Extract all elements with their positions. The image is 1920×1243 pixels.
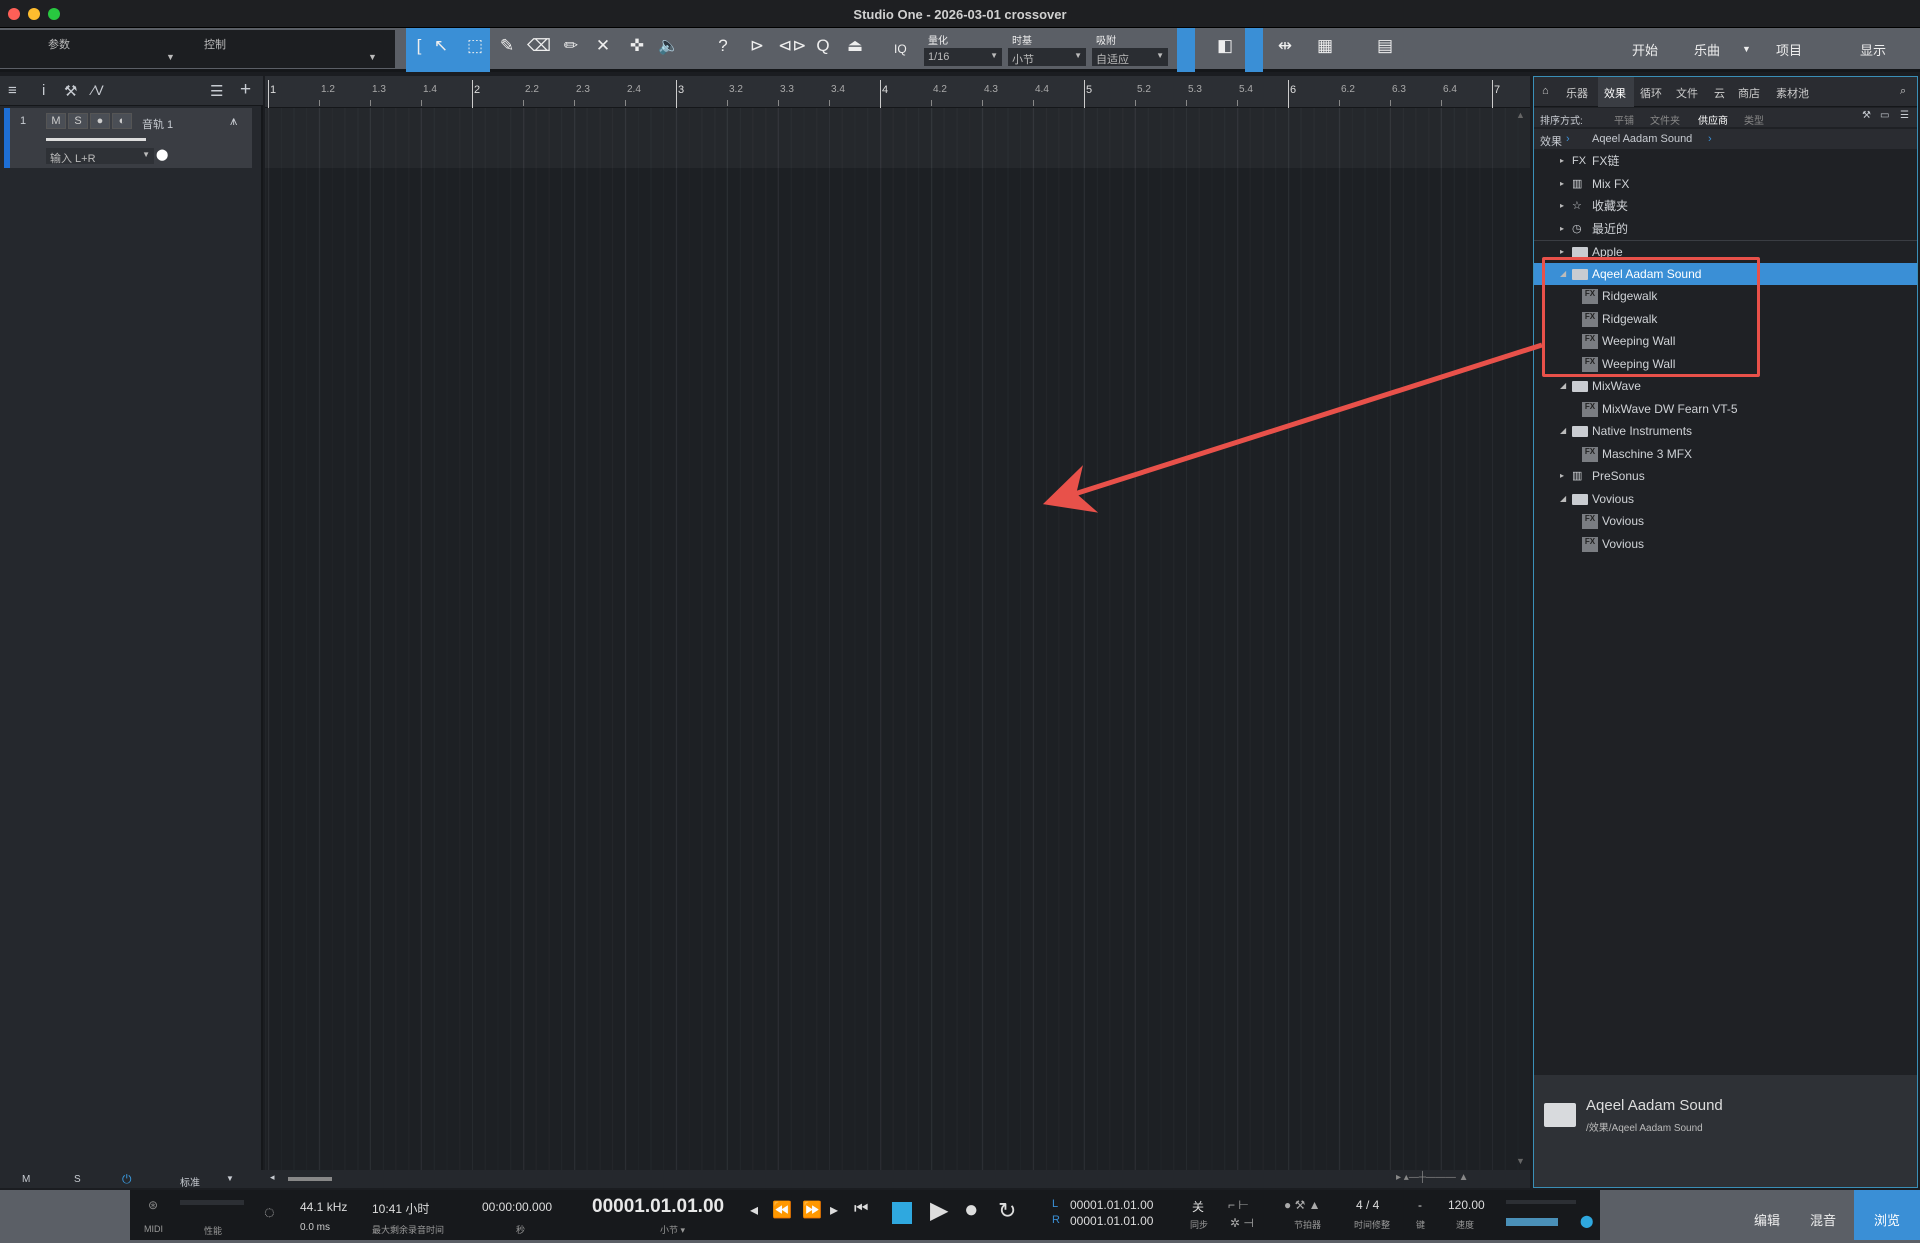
key-label: 键 — [1416, 1220, 1426, 1230]
loop-left[interactable]: 00001.01.01.00 — [1070, 1198, 1153, 1212]
output-meter — [1506, 1200, 1576, 1204]
bars-label[interactable]: 小节 ▾ — [660, 1223, 685, 1236]
loop-left-label: L — [1052, 1198, 1059, 1210]
annotation-arrow — [1042, 342, 1543, 513]
time-bars[interactable]: 00001.01.01.00 — [592, 1196, 724, 1218]
sample-rate: 44.1 kHz — [300, 1200, 348, 1214]
seconds-label: 秒 — [516, 1225, 526, 1235]
transport-panel: ⊛ MIDI 性能 ◌ 44.1 kHz 0.0 ms 10:41 小时 最大剩… — [130, 1190, 1600, 1240]
metronome-icon[interactable]: ● ⚒ ▲ — [1284, 1198, 1321, 1212]
rewind-marker-icon[interactable]: ◂ — [750, 1200, 758, 1220]
latency: 0.0 ms — [300, 1222, 331, 1233]
output-volume[interactable] — [1506, 1218, 1558, 1226]
fast-forward-icon[interactable]: ⏩ — [802, 1200, 822, 1220]
loop-right-label: R — [1052, 1214, 1060, 1226]
time-signature[interactable]: 4 / 4 — [1356, 1198, 1379, 1212]
rewind-icon[interactable]: ⏪ — [772, 1200, 792, 1220]
view-edit[interactable]: 编辑 — [1754, 1210, 1780, 1229]
loop-right[interactable]: 00001.01.01.00 — [1070, 1214, 1153, 1228]
signature-label: 时间修整 — [1354, 1220, 1391, 1230]
performance-meter — [180, 1200, 244, 1205]
return-to-zero-icon[interactable]: ⏮ — [854, 1200, 868, 1218]
view-browse-label: 浏览 — [1874, 1213, 1901, 1228]
midi-icon: ⊛ — [148, 1198, 159, 1212]
output-toggle-icon[interactable]: ⬤ — [1580, 1214, 1593, 1228]
key-value[interactable]: - — [1418, 1198, 1422, 1212]
stop-button[interactable] — [892, 1202, 912, 1224]
midi-label: MIDI — [144, 1224, 163, 1234]
record-button[interactable]: ● — [964, 1196, 979, 1224]
metronome-label: 节拍器 — [1294, 1220, 1322, 1230]
forward-marker-icon[interactable]: ▸ — [830, 1200, 838, 1220]
sync-label: 同步 — [1190, 1220, 1209, 1230]
perf-label: 性能 — [204, 1226, 223, 1236]
sync-value[interactable]: 关 — [1192, 1198, 1204, 1215]
time-seconds[interactable]: 00:00:00.000 — [482, 1200, 552, 1214]
activity-spinner-icon: ◌ — [264, 1202, 275, 1222]
settings-icon[interactable]: ✲ ⊣ — [1230, 1216, 1254, 1230]
record-time: 10:41 小时 — [372, 1202, 430, 1216]
view-browse[interactable]: 浏览 — [1854, 1190, 1920, 1240]
tempo-label: 速度 — [1456, 1220, 1475, 1230]
loop-button[interactable]: ↻ — [998, 1198, 1016, 1224]
record-time-label: 最大剩余录音时间 — [372, 1225, 445, 1235]
view-mix[interactable]: 混音 — [1810, 1210, 1836, 1229]
precount-icon[interactable]: ⌐ ⊢ — [1228, 1198, 1249, 1212]
play-button[interactable]: ▶ — [930, 1196, 948, 1225]
tempo[interactable]: 120.00 — [1448, 1198, 1485, 1212]
